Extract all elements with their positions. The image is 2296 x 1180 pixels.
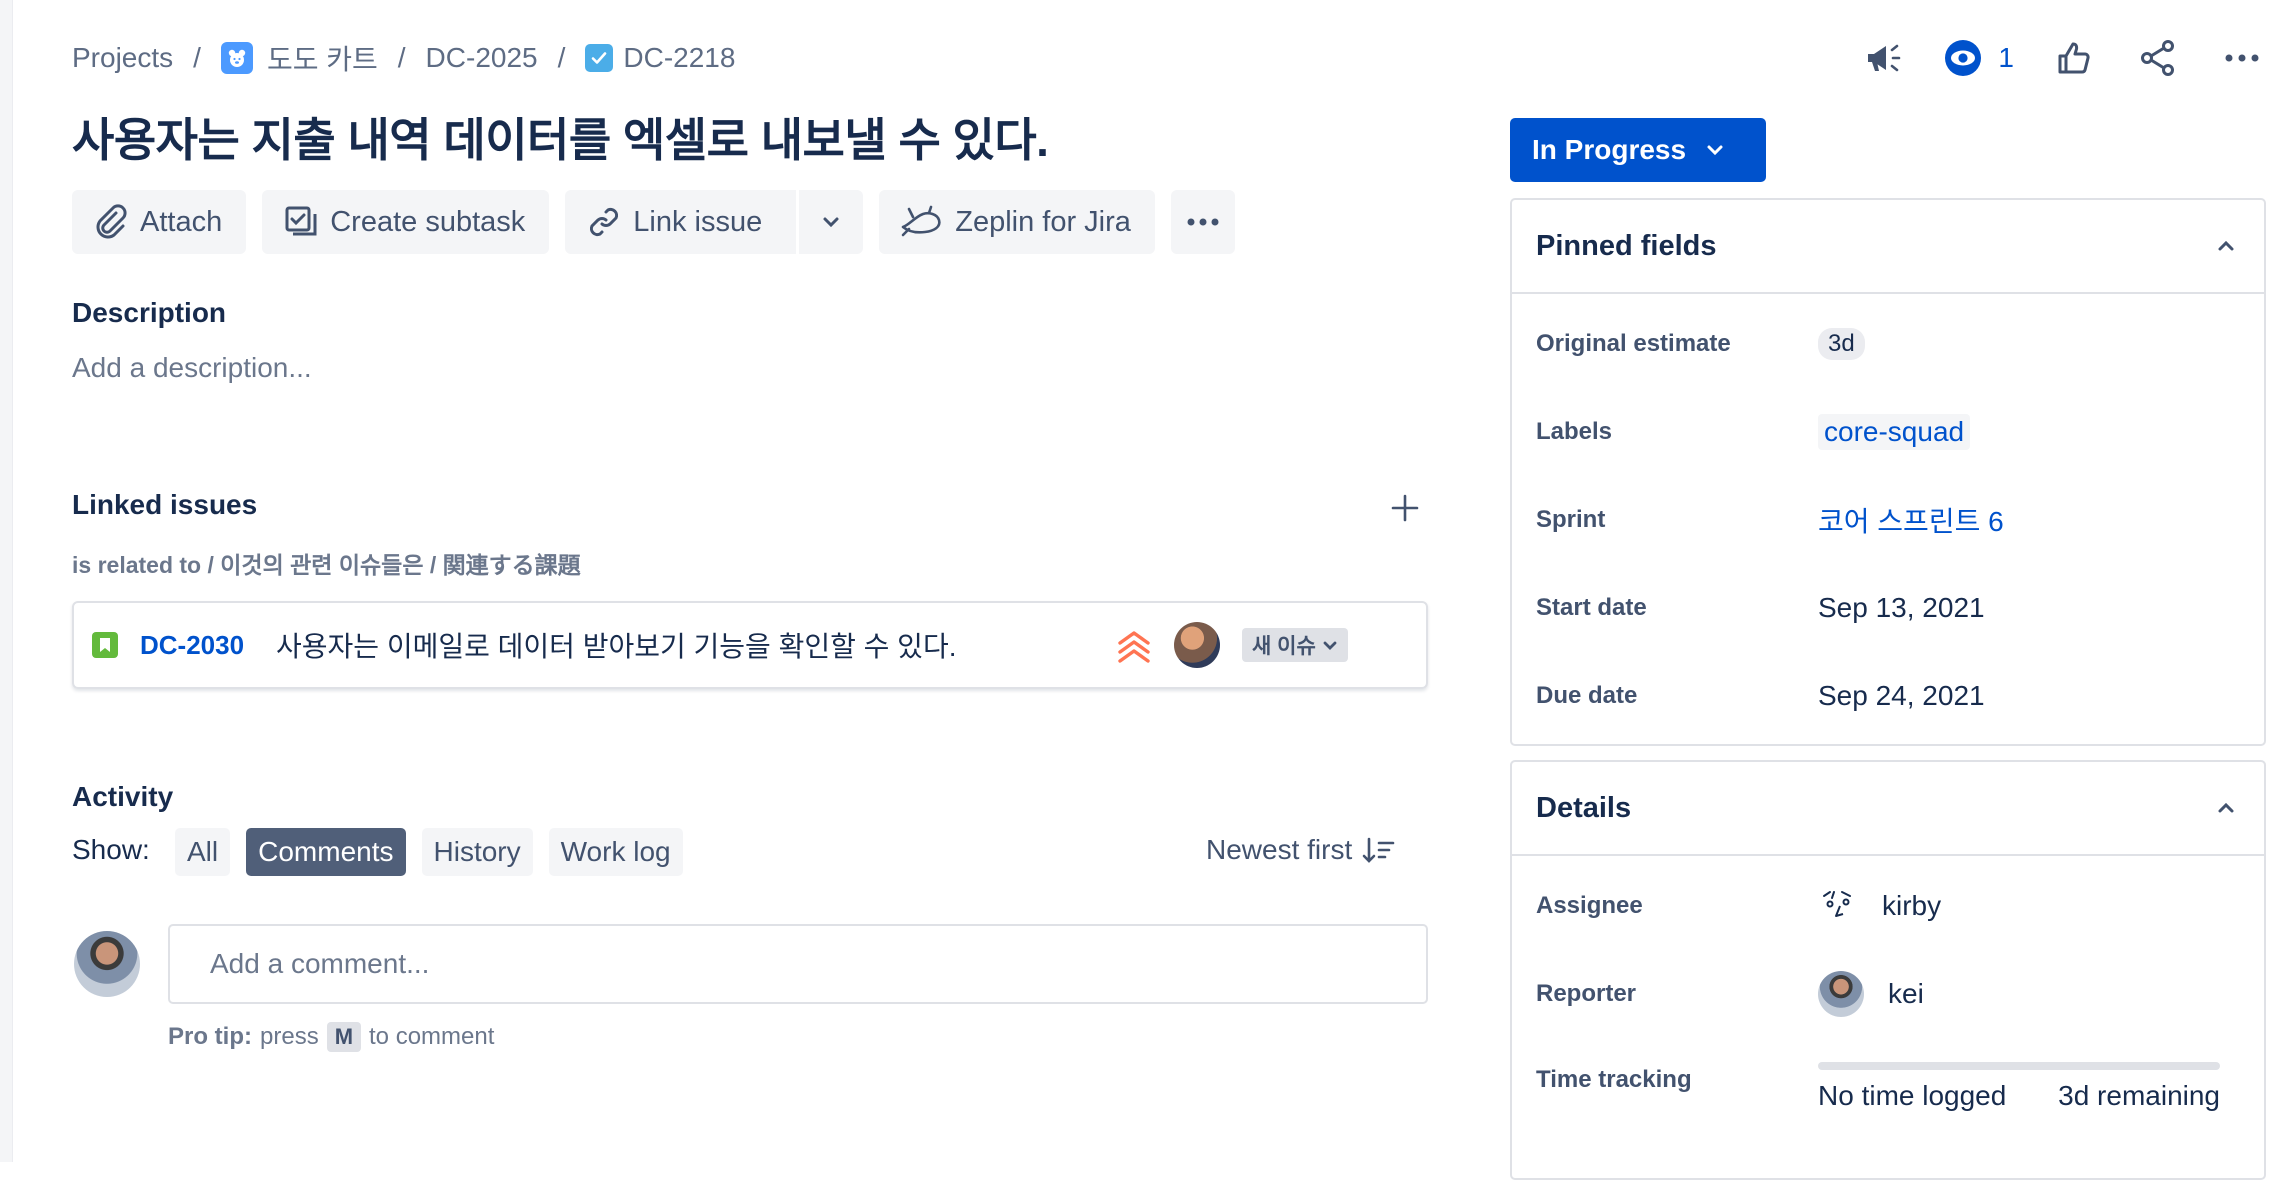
link-issue-button[interactable]: Link issue: [565, 190, 786, 254]
breadcrumb-project[interactable]: 도도 카트: [267, 38, 378, 78]
due-date-value[interactable]: Sep 24, 2021: [1818, 680, 1985, 712]
link-icon: [590, 207, 619, 237]
field-reporter: Reporter kei: [1536, 964, 1924, 1024]
chevron-up-icon: [2218, 240, 2234, 251]
linked-issue-row[interactable]: DC-2030 사용자는 이메일로 데이터 받아보기 기능을 확인할 수 있다.…: [72, 601, 1428, 689]
activity-filters: All Comments History Work log: [175, 828, 683, 876]
reporter-avatar: [1818, 971, 1864, 1017]
comment-input[interactable]: Add a comment...: [168, 924, 1428, 1004]
pinned-fields-panel: Pinned fields Original estimate 3d Label…: [1510, 198, 2266, 746]
thumbs-up-icon: [2058, 42, 2090, 74]
field-due-date: Due date Sep 24, 2021: [1536, 680, 1985, 712]
chevron-down-icon: [1707, 145, 1723, 156]
time-tracking-bar: [1818, 1062, 2220, 1070]
kirby-avatar-icon: [1823, 891, 1851, 917]
linked-issues-heading: Linked issues: [72, 489, 258, 520]
priority-highest-icon: [1116, 625, 1152, 665]
project-avatar-icon: [220, 42, 253, 74]
filter-work-log[interactable]: Work log: [548, 828, 683, 876]
filter-history[interactable]: History: [421, 828, 533, 876]
link-issue-dropdown[interactable]: [796, 190, 863, 254]
linked-issue-summary[interactable]: 사용자는 이메일로 데이터 받아보기 기능을 확인할 수 있다.: [276, 625, 1116, 665]
plus-icon: [1391, 494, 1419, 522]
linked-issue-status[interactable]: 새 이슈: [1242, 628, 1348, 662]
field-original-estimate: Original estimate 3d: [1536, 314, 1865, 374]
label-tag[interactable]: core-squad: [1818, 414, 1971, 450]
subtask-icon: [285, 206, 317, 236]
field-sprint: Sprint 코어 스프린트 6: [1536, 490, 2004, 550]
issue-toolbar: Attach Create subtask Link issue Zeplin …: [72, 190, 1235, 254]
breadcrumb: Projects / 도도 카트 / DC-2025 / DC-2218: [72, 38, 735, 78]
watch-button[interactable]: 1: [1942, 34, 2014, 82]
show-label: Show:: [72, 834, 150, 865]
chevron-up-icon: [2218, 802, 2234, 813]
pro-tip: Pro tip: press M to comment: [168, 1022, 495, 1052]
add-linked-issue-button[interactable]: [1385, 488, 1425, 528]
reporter-value[interactable]: kei: [1818, 971, 1924, 1017]
start-date-value[interactable]: Sep 13, 2021: [1818, 592, 1985, 624]
assignee-value[interactable]: kirby: [1818, 886, 1941, 926]
left-sidebar-edge: [0, 0, 13, 1162]
watch-count: 1: [1998, 42, 2014, 73]
more-icon: [2225, 54, 2259, 62]
details-header[interactable]: Details: [1512, 762, 2264, 856]
create-subtask-button[interactable]: Create subtask: [262, 190, 550, 254]
field-start-date: Start date Sep 13, 2021: [1536, 592, 1985, 624]
breadcrumb-epic[interactable]: DC-2025: [426, 42, 538, 74]
issue-title[interactable]: 사용자는 지출 내역 데이터를 엑셀로 내보낼 수 있다.: [72, 104, 1049, 170]
eye-icon: [1945, 40, 1982, 76]
field-time-tracking: Time tracking No time logged 3d remainin…: [1536, 1052, 2220, 1122]
paperclip-icon: [96, 204, 127, 239]
zeplin-icon: [901, 205, 941, 237]
sprint-link[interactable]: 코어 스프린트 6: [1818, 500, 2004, 540]
details-panel: Details Assignee kirby Reporter kei Time…: [1510, 760, 2266, 1180]
chevron-down-icon: [823, 217, 839, 228]
breadcrumb-issue[interactable]: DC-2218: [623, 42, 735, 74]
more-actions-button[interactable]: [2218, 34, 2266, 82]
toolbar-more-button[interactable]: [1170, 190, 1235, 254]
sort-order-button[interactable]: Newest first: [1206, 834, 1396, 866]
share-button[interactable]: [2134, 34, 2182, 82]
issue-actions: 1: [1822, 34, 2266, 82]
field-labels: Labels core-squad: [1536, 402, 1971, 462]
time-tracking-value[interactable]: No time logged 3d remaining: [1818, 1052, 2220, 1122]
attach-button[interactable]: Attach: [72, 190, 247, 254]
linked-issue-key[interactable]: DC-2030: [140, 630, 260, 661]
zeplin-button[interactable]: Zeplin for Jira: [879, 190, 1155, 254]
megaphone-icon: [1868, 44, 1901, 72]
description-heading: Description: [72, 297, 227, 328]
breadcrumb-projects[interactable]: Projects: [72, 42, 173, 74]
current-user-avatar: [74, 931, 140, 997]
feedback-button[interactable]: [1858, 34, 1906, 82]
like-button[interactable]: [2050, 34, 2098, 82]
chevron-down-icon: [1323, 641, 1337, 650]
assignee-avatar[interactable]: [1174, 622, 1220, 668]
pinned-fields-header[interactable]: Pinned fields: [1512, 200, 2264, 294]
more-icon: [1187, 218, 1219, 226]
task-type-icon: [585, 44, 614, 72]
filter-comments[interactable]: Comments: [246, 828, 406, 876]
share-icon: [2141, 40, 2174, 76]
activity-heading: Activity: [72, 781, 174, 812]
original-estimate-value[interactable]: 3d: [1818, 328, 1865, 360]
field-assignee: Assignee kirby: [1536, 876, 1941, 936]
filter-all[interactable]: All: [175, 828, 231, 876]
sort-descending-icon: [1362, 837, 1395, 863]
description-editor[interactable]: Add a description...: [72, 352, 312, 384]
keyboard-shortcut: M: [326, 1022, 362, 1052]
time-remaining: 3d remaining: [2058, 1080, 2220, 1111]
link-issue-split-button: Link issue: [565, 190, 864, 254]
link-relation-label: is related to / 이것의 관련 이슈들은 / 関連する課題: [72, 552, 581, 578]
status-button[interactable]: In Progress: [1510, 118, 1766, 182]
story-icon: [92, 632, 118, 658]
time-logged: No time logged: [1818, 1080, 2007, 1111]
